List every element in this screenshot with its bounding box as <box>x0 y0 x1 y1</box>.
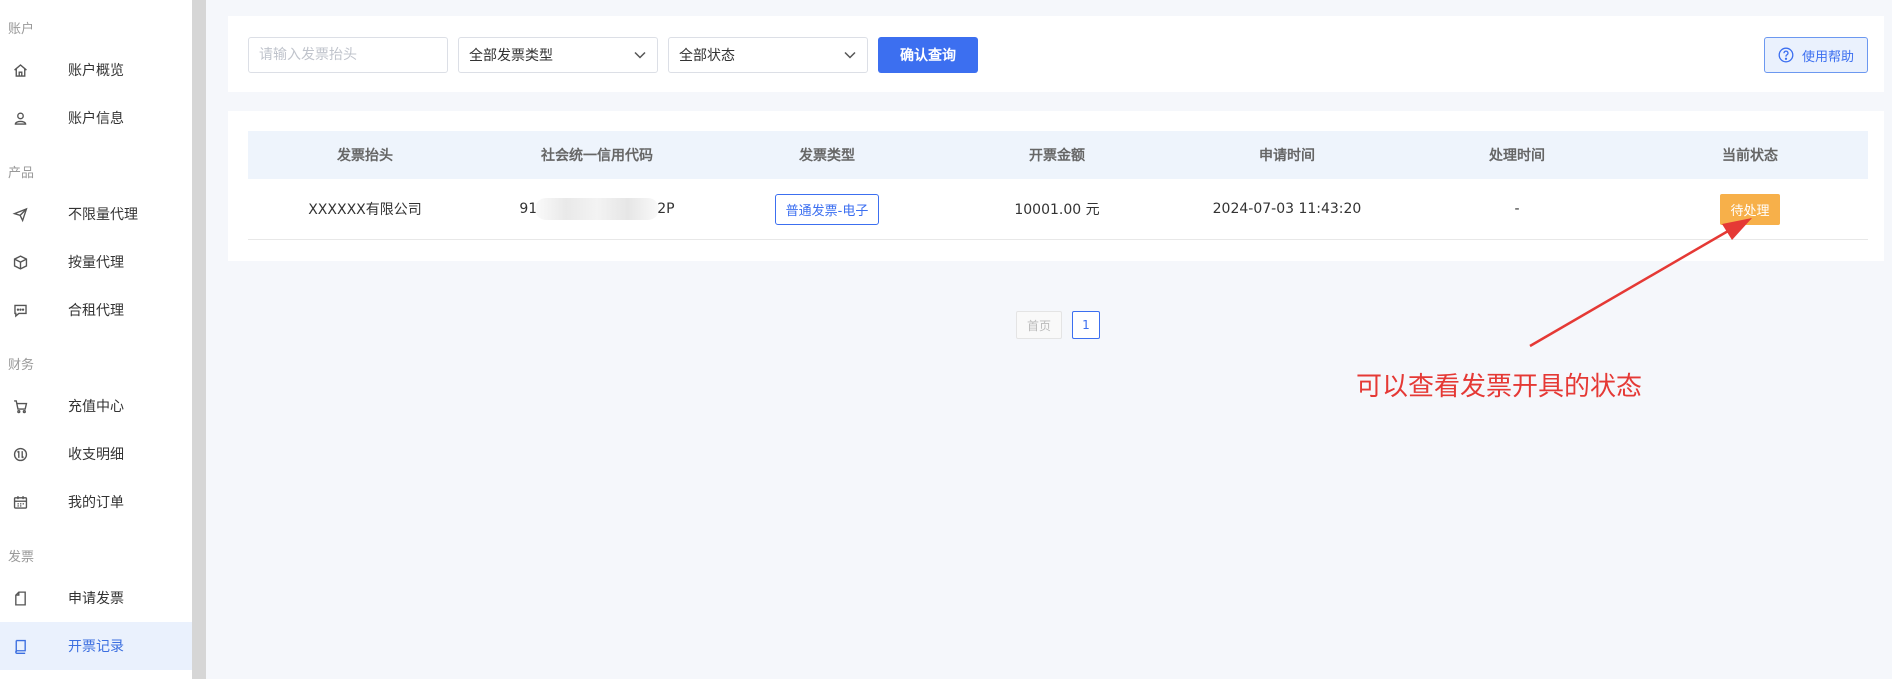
status-badge: 待处理 <box>1720 193 1780 225</box>
invoice-type-tag: 普通发票-电子 <box>774 193 880 225</box>
sidebar-item-label: 收支明细 <box>68 447 124 463</box>
cell-process-time: - <box>1514 201 1520 217</box>
sidebar-item-volume-proxy[interactable]: 按量代理 <box>0 238 192 286</box>
home-icon <box>10 60 30 80</box>
annotation-text: 可以查看发票开具的状态 <box>1356 372 1643 402</box>
sidebar-item-transactions[interactable]: 收支明细 <box>0 430 192 478</box>
header-process-time: 处理时间 <box>1489 148 1545 164</box>
sidebar-item-recharge[interactable]: 充值中心 <box>0 382 192 430</box>
redaction-blur <box>535 198 660 220</box>
sidebar: 账户 账户概览 账户信息 产品 不限量代理 按量代理 合租代理 财务 充值中心 … <box>0 0 192 679</box>
group-label-invoice: 发票 <box>8 550 35 565</box>
credit-code-suffix: 2P <box>657 201 675 217</box>
annotation-arrow <box>1529 218 1752 348</box>
exchange-icon <box>10 444 30 464</box>
table-row: XXXXXX有限公司 91 2P 普通发票-电子 10001.00 元 2024-… <box>248 179 1868 240</box>
cell-invoice-type: 普通发票-电子 <box>712 193 942 225</box>
header-status: 当前状态 <box>1722 148 1778 164</box>
sidebar-item-account-info[interactable]: 账户信息 <box>0 94 192 142</box>
sidebar-item-label: 账户信息 <box>68 111 124 127</box>
cell-invoice-title: XXXXXX有限公司 <box>308 202 422 218</box>
chat-icon <box>10 300 30 320</box>
send-icon <box>10 204 30 224</box>
file-icon <box>10 588 30 608</box>
chevron-down-icon <box>634 51 646 59</box>
book-icon <box>10 636 30 656</box>
cell-status: 待处理 <box>1632 193 1868 225</box>
sidebar-item-account-overview[interactable]: 账户概览 <box>0 46 192 94</box>
cube-icon <box>10 252 30 272</box>
sidebar-item-apply-invoice[interactable]: 申请发票 <box>0 574 192 622</box>
calendar-icon <box>10 492 30 512</box>
cart-icon <box>10 396 30 416</box>
status-select-value: 全部状态 <box>679 48 735 64</box>
sidebar-scroll-divider <box>192 0 206 679</box>
sidebar-item-label: 合租代理 <box>68 303 124 319</box>
cell-credit-code: 91 2P <box>482 198 712 220</box>
header-invoice-title: 发票抬头 <box>337 148 393 164</box>
invoice-records-table: 发票抬头 社会统一信用代码 发票类型 开票金额 申请时间 处理时间 当前状态 X… <box>228 111 1884 261</box>
help-circle-icon <box>1778 47 1794 63</box>
sidebar-item-label: 账户概览 <box>68 63 124 79</box>
sidebar-item-label: 开票记录 <box>68 639 124 655</box>
group-label-product: 产品 <box>8 166 35 181</box>
sidebar-item-label: 申请发票 <box>68 591 124 607</box>
invoice-type-select-value: 全部发票类型 <box>469 48 553 64</box>
pagination-first-button[interactable]: 首页 <box>1016 311 1062 339</box>
cell-amount: 10001.00 元 <box>1014 202 1100 218</box>
chevron-down-icon <box>844 51 856 59</box>
header-apply-time: 申请时间 <box>1259 148 1315 164</box>
sidebar-item-label: 不限量代理 <box>68 207 138 223</box>
sidebar-item-label: 按量代理 <box>68 255 124 271</box>
group-label-account: 账户 <box>8 22 35 37</box>
sidebar-item-label: 充值中心 <box>68 399 124 415</box>
header-amount: 开票金额 <box>1029 148 1085 164</box>
table-header: 发票抬头 社会统一信用代码 发票类型 开票金额 申请时间 处理时间 当前状态 <box>248 131 1868 179</box>
credit-code: 91 2P <box>519 198 675 220</box>
sidebar-item-unlimited-proxy[interactable]: 不限量代理 <box>0 190 192 238</box>
invoice-title-search-input[interactable] <box>248 37 448 73</box>
header-invoice-type: 发票类型 <box>799 148 855 164</box>
header-credit-code: 社会统一信用代码 <box>541 148 653 164</box>
help-button-label: 使用帮助 <box>1801 49 1854 65</box>
sidebar-item-my-orders[interactable]: 我的订单 <box>0 478 192 526</box>
cell-apply-time: 2024-07-03 11:43:20 <box>1212 201 1362 217</box>
confirm-query-button[interactable]: 确认查询 <box>878 37 978 73</box>
help-button[interactable]: 使用帮助 <box>1764 37 1868 73</box>
sidebar-item-label: 我的订单 <box>68 495 124 511</box>
pagination-page-1[interactable]: 1 <box>1072 311 1100 339</box>
sidebar-item-shared-proxy[interactable]: 合租代理 <box>0 286 192 334</box>
invoice-type-select[interactable]: 全部发票类型 <box>458 37 658 73</box>
status-select[interactable]: 全部状态 <box>668 37 868 73</box>
filter-panel: 全部发票类型 全部状态 确认查询 使用帮助 <box>228 16 1884 92</box>
group-label-finance: 财务 <box>8 358 35 373</box>
sidebar-item-invoice-records[interactable]: 开票记录 <box>0 622 192 670</box>
user-icon <box>10 108 30 128</box>
